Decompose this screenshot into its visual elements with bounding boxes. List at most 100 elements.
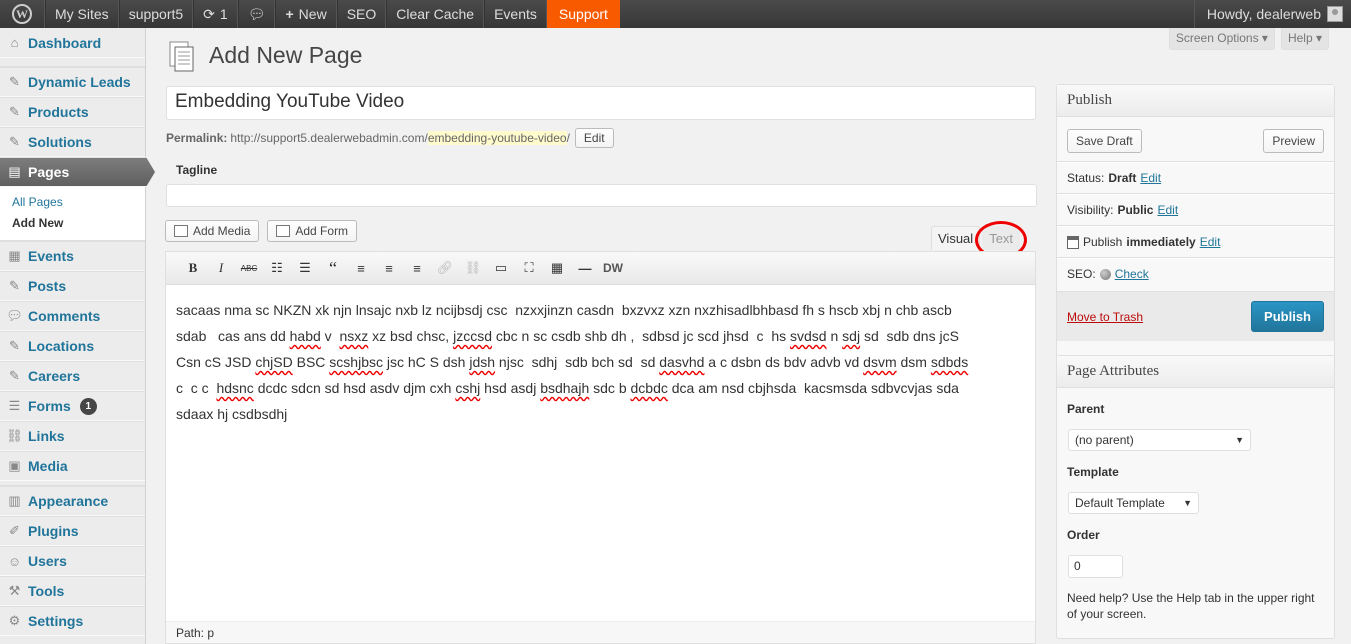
submenu-add-new[interactable]: Add New — [12, 213, 145, 234]
menu-plugins[interactable]: ✐ Plugins — [0, 516, 145, 546]
tab-visual[interactable]: Visual — [931, 226, 981, 250]
menu-locations[interactable]: ✎ Locations — [0, 331, 145, 361]
align-right-icon[interactable]: ≡ — [403, 256, 431, 280]
editor-body[interactable]: sacaas nma sc NKZN xk njn lnsajc nxb lz … — [166, 285, 1035, 621]
tagline-input[interactable] — [166, 184, 1037, 207]
kitchen-sink-icon[interactable]: ▦ — [543, 256, 571, 280]
events-menu[interactable]: Events — [484, 0, 547, 28]
insert-more-icon[interactable]: ▭ — [487, 256, 515, 280]
insert-link-icon[interactable]: 🔗︎ — [431, 256, 459, 280]
events-label: Events — [494, 6, 537, 22]
text-segment: Csn cS JSD — [176, 354, 256, 370]
edit-permalink-button[interactable]: Edit — [574, 128, 614, 148]
fullscreen-icon[interactable]: ⛶ — [515, 256, 543, 280]
menu-label: Solutions — [28, 134, 92, 150]
move-to-trash-link[interactable]: Move to Trash — [1067, 310, 1143, 324]
tagline-label: Tagline — [176, 163, 218, 177]
seo-check-link[interactable]: Check — [1115, 267, 1149, 281]
settings-icon: ⚙ — [8, 613, 21, 628]
menu-label: Dynamic Leads — [28, 74, 131, 90]
plugin-icon: ✐ — [9, 523, 20, 538]
seo-menu[interactable]: SEO — [336, 0, 387, 28]
text-segment: n — [826, 328, 843, 344]
menu-label: Media — [28, 458, 68, 474]
admin-bar: W My Sites support5 ⟳ 1 💬︎ + New SEO Clear… — [0, 0, 1351, 28]
text-segment: dcdc sdcn sd hsd asdv djm cxh — [253, 380, 456, 396]
menu-media[interactable]: ▣ Media — [0, 451, 145, 481]
tools-icon: ⚒ — [8, 583, 21, 598]
submenu-all-pages[interactable]: All Pages — [12, 192, 145, 213]
bullet-list-icon[interactable]: ☷ — [263, 256, 291, 280]
menu-label: Posts — [28, 278, 67, 294]
media-icon — [174, 225, 188, 237]
pushpin-icon: ✎ — [9, 338, 20, 353]
order-input[interactable]: 0 — [1068, 555, 1123, 578]
misspelled-word: jzccsd — [453, 328, 492, 344]
page-title: Add New Page — [209, 42, 363, 68]
align-center-icon[interactable]: ≡ — [375, 256, 403, 280]
publish-heading: Publish — [1057, 85, 1334, 117]
menu-forms[interactable]: ☰ Forms 1 — [0, 391, 145, 421]
menu-users[interactable]: ☺ Users — [0, 546, 145, 576]
template-select[interactable]: Default Template ▼ — [1068, 492, 1199, 514]
new-content-menu[interactable]: + New — [275, 0, 337, 28]
edit-visibility-link[interactable]: Edit — [1157, 203, 1178, 217]
align-left-icon[interactable]: ≡ — [347, 256, 375, 280]
wp-logo-menu[interactable]: W — [0, 0, 45, 28]
dw-icon[interactable]: DW — [599, 256, 627, 280]
tab-text[interactable]: Text — [975, 221, 1028, 259]
updates-menu[interactable]: ⟳ 1 — [193, 0, 238, 28]
publish-button[interactable]: Publish — [1251, 301, 1324, 332]
media-buttons: Add Media Add Form — [165, 220, 358, 242]
editor-text-line: sdab cas ans dd habd v nsxz xz bsd chsc,… — [176, 323, 1025, 349]
permalink-url[interactable]: http://support5.dealerwebadmin.com/embed… — [230, 131, 570, 145]
menu-settings[interactable]: ⚙ Settings — [0, 606, 145, 636]
clear-cache-menu[interactable]: Clear Cache — [386, 0, 485, 28]
numbered-list-icon[interactable]: ☰ — [291, 256, 319, 280]
save-draft-button[interactable]: Save Draft — [1067, 129, 1142, 153]
edit-status-link[interactable]: Edit — [1140, 171, 1161, 185]
menu-pages[interactable]: ▤ Pages — [0, 157, 155, 187]
menu-solutions[interactable]: ✎ Solutions — [0, 127, 145, 157]
menu-links[interactable]: ⛓ Links — [0, 421, 145, 451]
account-menu[interactable]: Howdy, dealerweb — [1193, 0, 1351, 28]
text-segment: c c c — [176, 380, 217, 396]
menu-dynamic-leads[interactable]: ✎ Dynamic Leads — [0, 67, 145, 97]
text-segment: sdab cas ans dd — [176, 328, 290, 344]
horizontal-line-icon[interactable]: — — [571, 256, 599, 280]
comments-menu[interactable]: 💬︎ — [237, 0, 276, 28]
pushpin-icon: ✎ — [9, 134, 20, 149]
my-sites-menu[interactable]: My Sites — [45, 0, 119, 28]
italic-icon[interactable]: I — [207, 256, 235, 280]
menu-products[interactable]: ✎ Products — [0, 97, 145, 127]
status-row: Status: Draft Edit — [1057, 162, 1334, 194]
screen-options-button[interactable]: Screen Options ▾ — [1168, 28, 1275, 50]
unlink-icon[interactable]: ⛓ — [459, 256, 487, 280]
menu-posts[interactable]: ✎ Posts — [0, 271, 145, 301]
menu-dashboard[interactable]: ⌂ Dashboard — [0, 28, 145, 58]
menu-comments[interactable]: 💬︎ Comments — [0, 301, 145, 331]
parent-select[interactable]: (no parent) ▼ — [1068, 429, 1251, 451]
edit-publish-time-link[interactable]: Edit — [1200, 235, 1221, 249]
misspelled-word: sdbds — [930, 354, 969, 370]
blockquote-icon[interactable]: “ — [319, 256, 347, 280]
menu-careers[interactable]: ✎ Careers — [0, 361, 145, 391]
help-button[interactable]: Help ▾ — [1280, 28, 1329, 50]
avatar — [1327, 6, 1343, 22]
bold-icon[interactable]: B — [179, 256, 207, 280]
add-media-button[interactable]: Add Media — [165, 220, 260, 242]
text-segment: dsm — [896, 354, 931, 370]
add-media-label: Add Media — [193, 224, 251, 238]
support-menu[interactable]: Support — [546, 0, 620, 28]
menu-appearance[interactable]: ▥ Appearance — [0, 486, 145, 516]
strikethrough-icon[interactable]: ABC — [235, 256, 263, 280]
post-title-input[interactable]: Embedding YouTube Video — [166, 86, 1036, 120]
menu-events[interactable]: ▦ Events — [0, 241, 145, 271]
menu-tools[interactable]: ⚒ Tools — [0, 576, 145, 606]
site-name-menu[interactable]: support5 — [118, 0, 194, 28]
add-form-button[interactable]: Add Form — [267, 220, 358, 242]
publish-time-label: Publish — [1083, 235, 1123, 249]
menu-label: Careers — [28, 368, 81, 384]
menu-label: Users — [28, 553, 67, 569]
preview-button[interactable]: Preview — [1263, 129, 1324, 153]
